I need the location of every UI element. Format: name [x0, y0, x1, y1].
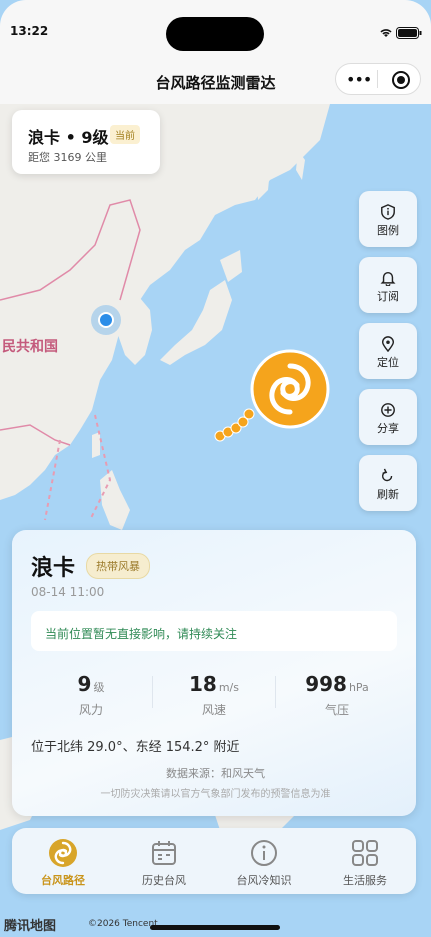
tab-typhoon-path[interactable]: 台风路径 [13, 838, 113, 888]
capsule-divider [377, 70, 378, 88]
stat-label: 风力 [78, 703, 103, 717]
shield-info-icon [381, 204, 395, 220]
stat-divider [275, 676, 276, 708]
share-label: 分享 [377, 422, 399, 435]
location-pin-icon [381, 336, 395, 352]
locate-button[interactable]: 定位 [359, 323, 417, 379]
info-circle-icon [251, 840, 277, 866]
stat-pressure: 998 hPa [277, 672, 397, 696]
refresh-button[interactable]: 刷新 [359, 455, 417, 511]
dynamic-island [166, 17, 264, 51]
distance-text: 距您 3169 公里 [28, 151, 107, 164]
stat-value: 9 [77, 672, 92, 696]
share-button[interactable]: 分享 [359, 389, 417, 445]
typhoon-title: 浪卡 • 9级 [28, 128, 109, 147]
stat-value: 18 [189, 672, 217, 696]
grid-icon [352, 840, 378, 866]
data-source: 数据来源：和风天气 [166, 767, 265, 780]
typhoon-type-badge: 热带风暴 [86, 553, 150, 579]
more-icon[interactable]: ••• [346, 70, 372, 89]
update-time: 08-14 11:00 [31, 585, 105, 599]
locate-label: 定位 [377, 356, 399, 369]
tab-label: 历史台风 [142, 874, 186, 887]
legend-button[interactable]: 图例 [359, 191, 417, 247]
bell-icon [380, 271, 396, 286]
close-program-icon[interactable] [392, 71, 410, 89]
tab-label: 台风冷知识 [236, 874, 292, 887]
home-indicator [150, 925, 280, 930]
stat-wind-level: 9级 [31, 672, 151, 696]
current-badge: 当前 [110, 125, 140, 144]
stat-label: 风速 [201, 703, 226, 717]
legend-label: 图例 [377, 224, 399, 237]
tab-label: 台风路径 [41, 874, 85, 887]
map-brand-logo: 腾讯地图 [4, 919, 57, 934]
stat-wind-speed: 18 m/s [154, 672, 274, 696]
calendar-icon [152, 841, 176, 865]
disclaimer: 一切防灾决策请以官方气象部门发布的预警信息为准 [100, 789, 331, 800]
subscribe-label: 订阅 [377, 290, 399, 303]
typhoon-name: 浪卡 [31, 556, 76, 581]
tab-knowledge[interactable]: 台风冷知识 [214, 838, 314, 888]
typhoon-icon [49, 839, 77, 867]
stat-unit: hPa [348, 681, 369, 694]
typhoon-position: 位于北纬 29.0°、东经 154.2° 附近 [31, 740, 240, 755]
country-label: 民共和国 [2, 339, 58, 355]
refresh-label: 刷新 [377, 488, 399, 501]
refresh-icon [381, 468, 393, 482]
stat-divider [152, 676, 153, 708]
map-copyright: ©2026 Tencent [88, 919, 158, 929]
subscribe-button[interactable]: 订阅 [359, 257, 417, 313]
stat-unit: 级 [93, 681, 105, 694]
plus-circle-icon [381, 403, 395, 417]
stat-value: 998 [305, 672, 347, 696]
wifi-icon [380, 29, 392, 37]
tab-history[interactable]: 历史台风 [114, 838, 214, 888]
stat-unit: m/s [218, 681, 239, 694]
impact-notice-text: 当前位置暂无直接影响，请持续关注 [45, 627, 238, 641]
battery-icon [396, 27, 422, 39]
stat-label: 气压 [324, 703, 349, 717]
status-time: 13:22 [10, 24, 49, 38]
tab-life-service[interactable]: 生活服务 [315, 838, 415, 888]
tab-label: 生活服务 [343, 874, 387, 887]
